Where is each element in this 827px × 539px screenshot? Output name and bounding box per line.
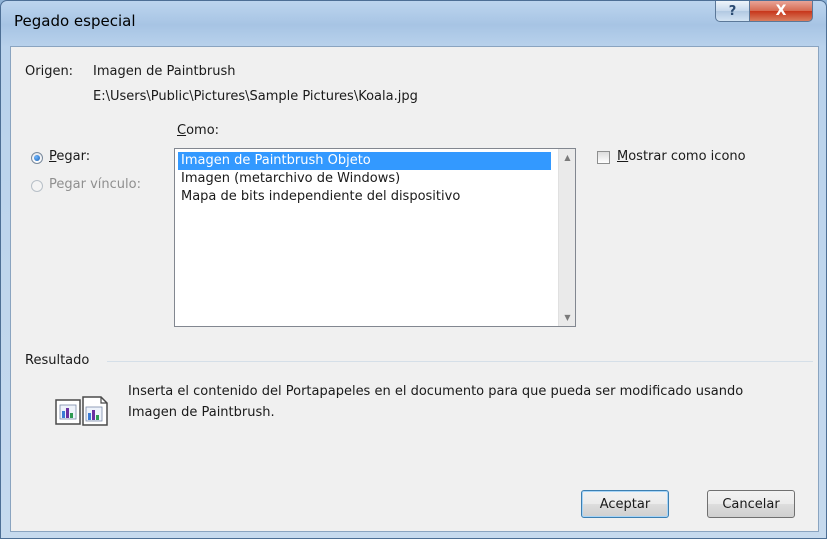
as-label: Como: xyxy=(177,123,220,138)
paste-as-listbox[interactable]: Imagen de Paintbrush Objeto Imagen (meta… xyxy=(174,148,576,327)
listbox-scrollbar[interactable]: ▲ ▼ xyxy=(558,149,575,326)
close-icon: X xyxy=(775,3,787,19)
result-group-label: Resultado xyxy=(25,353,90,368)
dialog-title: Pegado especial xyxy=(14,12,136,30)
origin-label: Origen: xyxy=(25,64,74,79)
help-icon: ? xyxy=(728,3,737,19)
result-description-line-1: Inserta el contenido del Portapapeles en… xyxy=(128,384,744,399)
paste-link-radio xyxy=(31,180,43,192)
close-button[interactable]: X xyxy=(749,1,813,22)
help-button[interactable]: ? xyxy=(715,1,750,22)
title-bar[interactable]: Pegado especial ? X xyxy=(1,1,826,45)
paste-object-icon xyxy=(55,396,108,426)
result-description-line-2: Imagen de Paintbrush. xyxy=(128,405,275,420)
show-as-icon-label[interactable]: Mostrar como icono xyxy=(617,149,746,164)
show-as-icon-checkbox[interactable] xyxy=(597,151,610,164)
list-item[interactable]: Imagen de Paintbrush Objeto xyxy=(178,152,551,170)
scroll-down-icon[interactable]: ▼ xyxy=(559,309,576,326)
paste-special-dialog: Pegado especial ? X Origen: Imagen de Pa… xyxy=(0,0,827,539)
result-divider xyxy=(107,361,813,362)
list-item[interactable]: Imagen (metarchivo de Windows) xyxy=(178,170,400,188)
origin-value: Imagen de Paintbrush xyxy=(93,64,236,79)
scroll-up-icon[interactable]: ▲ xyxy=(559,149,576,166)
paste-radio[interactable] xyxy=(31,152,43,164)
cancel-button[interactable]: Cancelar xyxy=(707,490,795,518)
origin-path: E:\Users\Public\Pictures\Sample Pictures… xyxy=(93,89,418,104)
paste-radio-label[interactable]: Pegar: xyxy=(49,149,90,164)
dialog-body: Origen: Imagen de Paintbrush E:\Users\Pu… xyxy=(10,46,819,532)
paste-link-radio-label: Pegar vínculo: xyxy=(49,177,141,192)
list-item[interactable]: Mapa de bits independiente del dispositi… xyxy=(178,188,460,206)
ok-button[interactable]: Aceptar xyxy=(581,490,669,518)
